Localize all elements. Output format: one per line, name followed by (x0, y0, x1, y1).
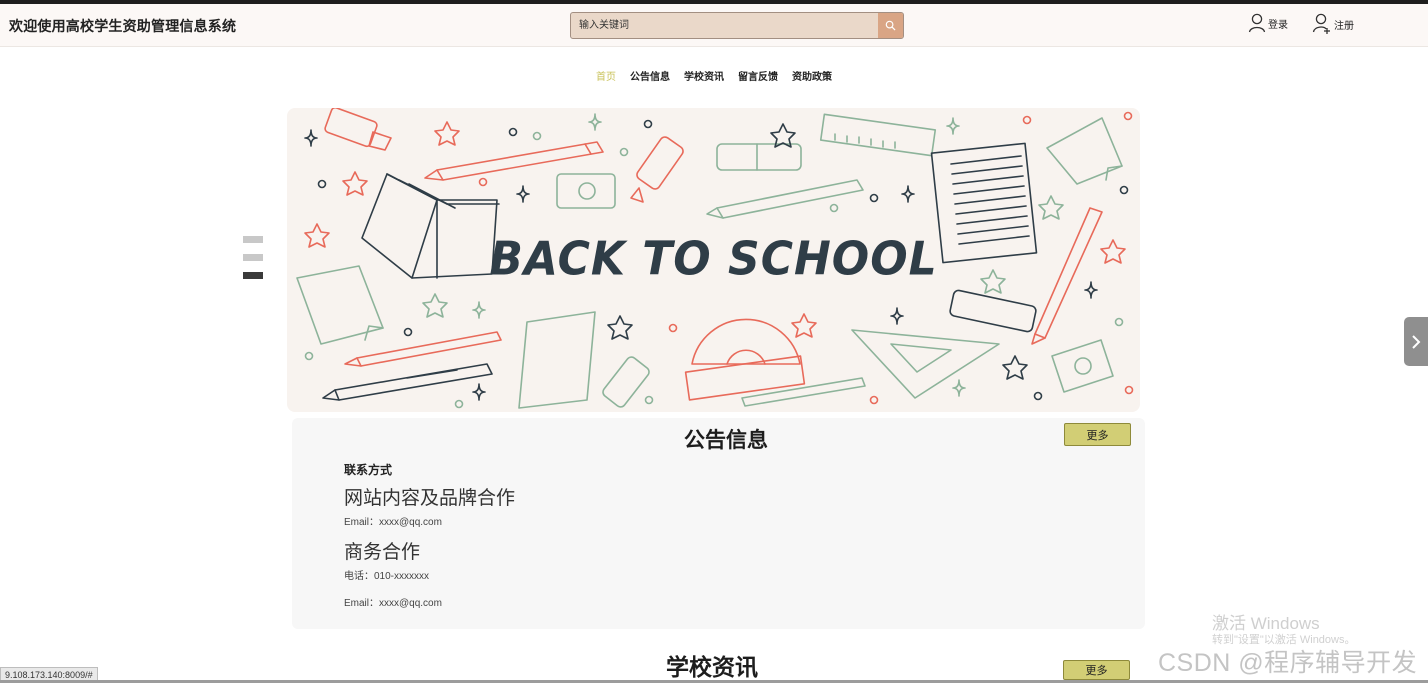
nav-item-aid-policy[interactable]: 资助政策 (792, 68, 832, 83)
notice-section-title: 公告信息 (684, 429, 768, 452)
search-button[interactable] (878, 13, 903, 38)
search-input[interactable] (571, 13, 878, 38)
carousel-indicators (243, 236, 263, 279)
nav-item-school-news[interactable]: 学校资讯 (684, 68, 724, 83)
carousel-dot-2[interactable] (243, 254, 263, 261)
site-title: 欢迎使用高校学生资助管理信息系统 (9, 18, 237, 34)
nav-item-feedback[interactable]: 留言反馈 (738, 68, 778, 83)
login-link[interactable]: 登录 (1248, 13, 1288, 33)
carousel-next-button[interactable] (1404, 317, 1428, 366)
login-label: 登录 (1268, 19, 1288, 31)
csdn-watermark: CSDN @程序辅导开发 (1158, 649, 1418, 677)
business-email: Email：xxxx@qq.com (344, 598, 442, 609)
register-label: 注册 (1334, 20, 1354, 32)
notice-more-button[interactable]: 更多 (1064, 423, 1131, 446)
carousel-dot-3[interactable] (243, 272, 263, 279)
business-cooperation-title: 商务合作 (344, 542, 421, 563)
notice-section: 公告信息 更多 联系方式 网站内容及品牌合作 Email：xxxx@qq.com… (292, 418, 1145, 629)
search-box (570, 12, 904, 39)
banner-carousel[interactable]: BACK TO SCHOOL (287, 108, 1140, 412)
header-bar: 欢迎使用高校学生资助管理信息系统 登录 注册 (0, 4, 1428, 47)
carousel-dot-1[interactable] (243, 236, 263, 243)
news-section-title: 学校资讯 (666, 654, 758, 680)
brand-cooperation-title: 网站内容及品牌合作 (344, 488, 516, 509)
chevron-right-icon (1412, 334, 1421, 349)
user-icon (1248, 13, 1266, 33)
register-link[interactable]: 注册 (1312, 13, 1354, 35)
banner-title-text: BACK TO SCHOOL (489, 232, 938, 287)
brand-cooperation-email: Email：xxxx@qq.com (344, 517, 442, 528)
nav-item-home[interactable]: 首页 (596, 68, 616, 83)
main-nav: 首页 公告信息 学校资讯 留言反馈 资助政策 (0, 68, 1428, 83)
business-phone: 电话：010-xxxxxxx (344, 571, 430, 582)
nav-item-announcements[interactable]: 公告信息 (630, 68, 670, 83)
news-more-button[interactable]: 更多 (1063, 660, 1130, 680)
add-user-icon (1312, 13, 1330, 34)
search-icon (885, 20, 896, 31)
contact-heading: 联系方式 (344, 463, 393, 477)
